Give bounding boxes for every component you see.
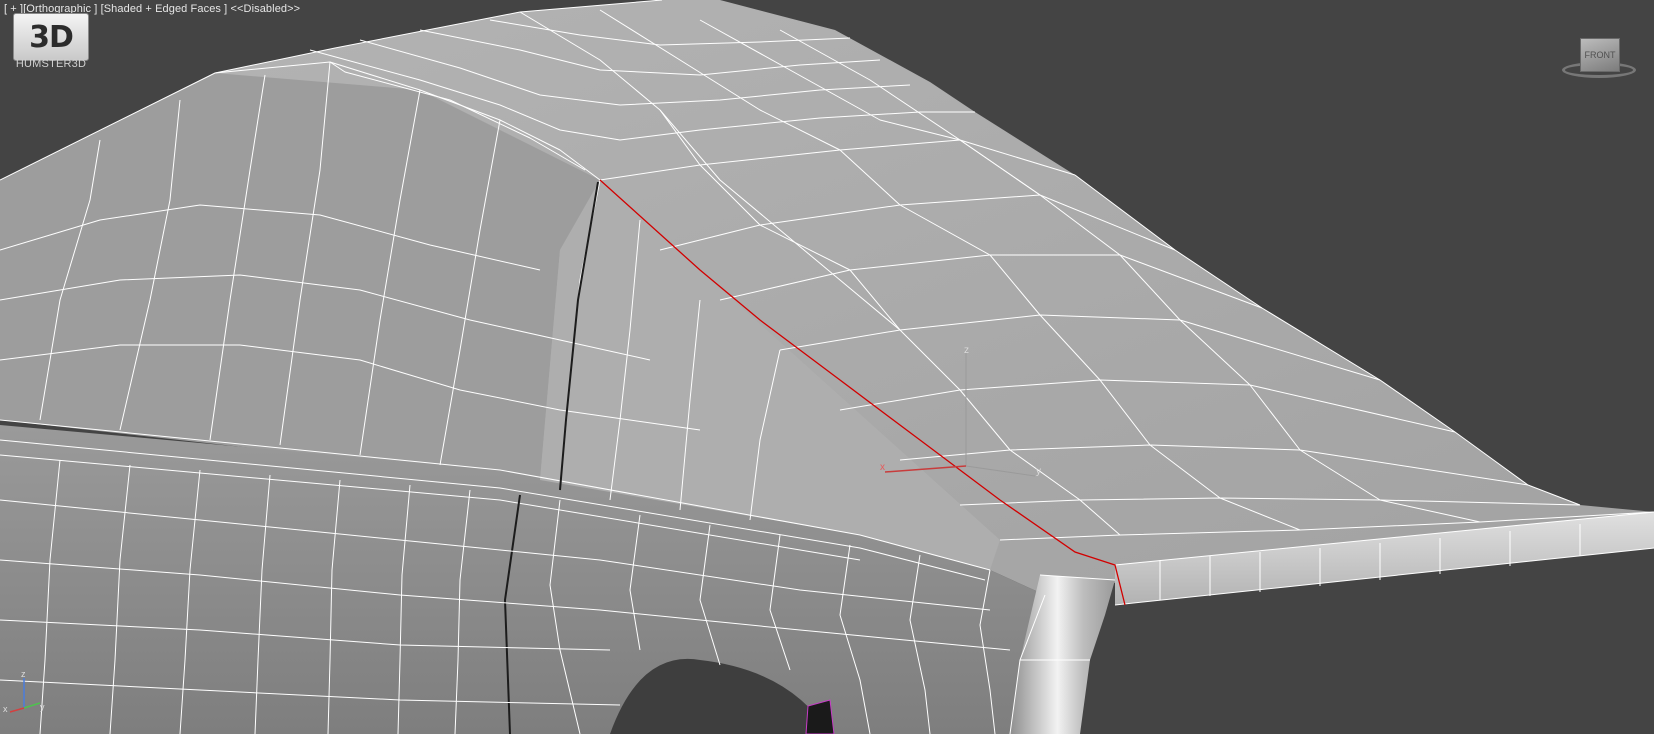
humster3d-logo: 3D HUMSTER3D [11, 13, 89, 70]
gizmo-y-label: y [1036, 466, 1041, 477]
viewport-perspective[interactable]: z y x z y x [ + ][Orthographic ] [Shaded… [0, 0, 1654, 734]
gizmo-x-label: x [880, 462, 885, 473]
logo-mark: 3D [29, 19, 74, 55]
car-mesh-render[interactable]: z y x z y x [0, 0, 1654, 734]
logo-cube-icon: 3D [13, 13, 89, 61]
logo-caption: HUMSTER3D [15, 58, 87, 70]
viewcube-face[interactable]: FRONT [1580, 38, 1620, 72]
gizmo-z-label: z [964, 345, 969, 356]
vertex-selection-marker [805, 699, 835, 734]
viewport-shading-menu[interactable]: [Shaded + Edged Faces ] [101, 3, 228, 15]
corner-axis-z-label: z [21, 669, 26, 679]
corner-axis-x-label: x [3, 704, 8, 714]
viewport-status-label[interactable]: <<Disabled>> [230, 3, 300, 15]
viewcube-icon[interactable]: FRONT [1560, 32, 1640, 84]
corner-axis-y-label: y [40, 702, 45, 712]
